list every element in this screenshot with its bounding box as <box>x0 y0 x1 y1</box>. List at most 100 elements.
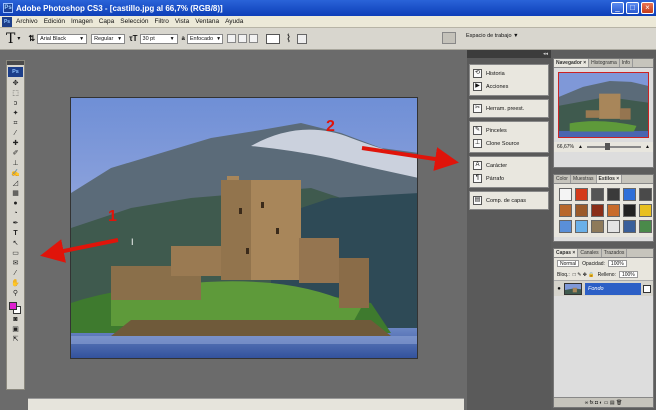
workspace-menu-button[interactable]: Espacio de trabajo ▼ <box>466 33 519 39</box>
menu-vista[interactable]: Vista <box>175 18 189 25</box>
align-center-button[interactable] <box>237 34 247 43</box>
eraser-tool-icon[interactable]: ◿ <box>7 179 24 189</box>
eye-icon[interactable]: ● <box>554 286 564 292</box>
style-swatch[interactable] <box>639 204 652 217</box>
quick-mask-icon[interactable]: ◙ <box>7 315 24 325</box>
layers-footer-icons[interactable]: ∞ fx ◘ ◐ ▭ ▤ 🗑 <box>554 397 653 407</box>
style-swatch[interactable] <box>623 188 636 201</box>
menu-capa[interactable]: Capa <box>99 18 115 25</box>
align-right-button[interactable] <box>248 34 258 43</box>
opacity-field[interactable]: 100% <box>607 260 627 267</box>
screen-mode-icon[interactable]: ▣ <box>7 325 24 335</box>
zoom-in-icon[interactable]: ▲ <box>645 144 650 150</box>
gradient-tool-icon[interactable]: ▦ <box>7 189 24 199</box>
tab-trazados[interactable]: Trazados <box>602 249 628 257</box>
style-swatch[interactable] <box>591 220 604 233</box>
zoom-out-icon[interactable]: ▲ <box>578 144 583 150</box>
navigator-zoom-value[interactable]: 66,67% <box>557 144 574 150</box>
menu-seleccion[interactable]: Selección <box>120 18 148 25</box>
dock-item-clone-source[interactable]: ⊥ Clone Source <box>470 137 548 150</box>
style-swatch[interactable] <box>575 188 588 201</box>
path-selection-tool-icon[interactable]: ↖ <box>7 239 24 249</box>
chevron-down-icon[interactable]: ▾ <box>17 35 20 42</box>
dock-item-parrafo[interactable]: ¶ Párrafo <box>470 172 548 185</box>
menu-edicion[interactable]: Edición <box>44 18 65 25</box>
notes-tool-icon[interactable]: ✉ <box>7 259 24 269</box>
font-family-select[interactable]: Arial Black ▼ <box>37 33 88 44</box>
slice-tool-icon[interactable]: ⁄ <box>7 129 24 139</box>
orientation-toggle-icon[interactable]: ⇅ <box>28 34 35 43</box>
menu-ayuda[interactable]: Ayuda <box>225 18 243 25</box>
style-swatch[interactable] <box>607 204 620 217</box>
move-tool-icon[interactable]: ✥ <box>7 79 24 89</box>
warp-text-icon[interactable]: ⌇ <box>286 32 291 45</box>
toolbox-grip[interactable] <box>7 61 24 65</box>
zoom-slider-knob[interactable] <box>605 143 611 150</box>
type-tool-preset-icon[interactable]: T <box>6 31 15 47</box>
brush-tool-icon[interactable]: ✐ <box>7 149 24 159</box>
style-swatch[interactable] <box>639 188 652 201</box>
foreground-color-swatch[interactable] <box>9 302 17 310</box>
dock-item-caracter[interactable]: A Carácter <box>470 159 548 172</box>
dock-item-historia[interactable]: ⟲ Historia <box>470 67 548 80</box>
marquee-tool-icon[interactable]: ⬚ <box>7 89 24 99</box>
crop-tool-icon[interactable]: ⌗ <box>7 119 24 129</box>
history-brush-tool-icon[interactable]: ✍ <box>7 169 24 179</box>
character-panel-toggle-button[interactable] <box>297 33 308 44</box>
style-swatch[interactable] <box>559 204 572 217</box>
hand-tool-icon[interactable]: ✋ <box>7 279 24 289</box>
antialias-select[interactable]: Enfocado ▼ <box>186 33 223 44</box>
style-swatch[interactable] <box>607 220 620 233</box>
dock-header[interactable]: ◂◂ <box>467 50 551 58</box>
close-button[interactable]: × <box>641 2 654 14</box>
font-size-select[interactable]: 30 pt ▼ <box>139 33 178 44</box>
style-swatch[interactable] <box>639 220 652 233</box>
type-tool-icon[interactable]: T <box>7 229 24 239</box>
lock-icons[interactable]: □ ✎ ✥ 🔒 <box>573 272 595 278</box>
tab-muestras[interactable]: Muestras <box>571 175 597 183</box>
tab-canales[interactable]: Canales <box>578 249 602 257</box>
shape-tool-icon[interactable]: ▭ <box>7 249 24 259</box>
dock-item-acciones[interactable]: ▶ Acciones <box>470 80 548 93</box>
document-canvas[interactable] <box>70 97 418 359</box>
tab-estilos[interactable]: Estilos × <box>596 175 623 183</box>
menu-filtro[interactable]: Filtro <box>154 18 168 25</box>
maximize-button[interactable]: □ <box>626 2 639 14</box>
pen-tool-icon[interactable]: ✒ <box>7 219 24 229</box>
tab-capas[interactable]: Capas × <box>554 249 579 257</box>
menu-imagen[interactable]: Imagen <box>71 18 93 25</box>
font-style-select[interactable]: Regular ▼ <box>91 33 126 44</box>
align-left-button[interactable] <box>226 34 236 43</box>
menu-ventana[interactable]: Ventana <box>195 18 219 25</box>
dock-item-comp-capas[interactable]: ▤ Comp. de capas <box>470 194 548 207</box>
ps-menu-icon[interactable]: Ps <box>2 16 12 27</box>
color-picker-swatches[interactable] <box>7 301 24 315</box>
edit-in-imageready-icon[interactable]: ⇱ <box>7 335 24 345</box>
style-swatch[interactable] <box>575 204 588 217</box>
fill-field[interactable]: 100% <box>618 271 638 278</box>
dock-item-herram-preest[interactable]: ✂ Herram. preest. <box>470 102 548 115</box>
style-swatch[interactable] <box>591 188 604 201</box>
zoom-slider[interactable] <box>586 143 642 150</box>
style-swatch[interactable] <box>591 204 604 217</box>
style-swatch[interactable] <box>607 188 620 201</box>
palette-well-button[interactable] <box>442 32 456 44</box>
style-swatch[interactable] <box>623 204 636 217</box>
tab-color[interactable]: Color <box>554 175 571 183</box>
navigator-thumbnail[interactable] <box>558 72 649 138</box>
healing-brush-tool-icon[interactable]: ✚ <box>7 139 24 149</box>
lasso-tool-icon[interactable]: ↄ <box>7 99 24 109</box>
clone-stamp-tool-icon[interactable]: ⊥ <box>7 159 24 169</box>
zoom-tool-icon[interactable]: ⚲ <box>7 289 24 299</box>
tab-info[interactable]: Info <box>620 59 634 67</box>
menu-archivo[interactable]: Archivo <box>16 18 38 25</box>
dock-item-pinceles[interactable]: ✎ Pinceles <box>470 124 548 137</box>
layer-row[interactable]: ● Fondo <box>554 280 653 296</box>
style-swatch[interactable] <box>623 220 636 233</box>
blend-mode-select[interactable]: Normal <box>557 260 580 267</box>
style-swatch[interactable] <box>559 220 572 233</box>
minimize-button[interactable]: _ <box>611 2 624 14</box>
style-swatch[interactable] <box>575 220 588 233</box>
text-color-swatch[interactable] <box>265 33 280 44</box>
style-swatch[interactable] <box>559 188 572 201</box>
